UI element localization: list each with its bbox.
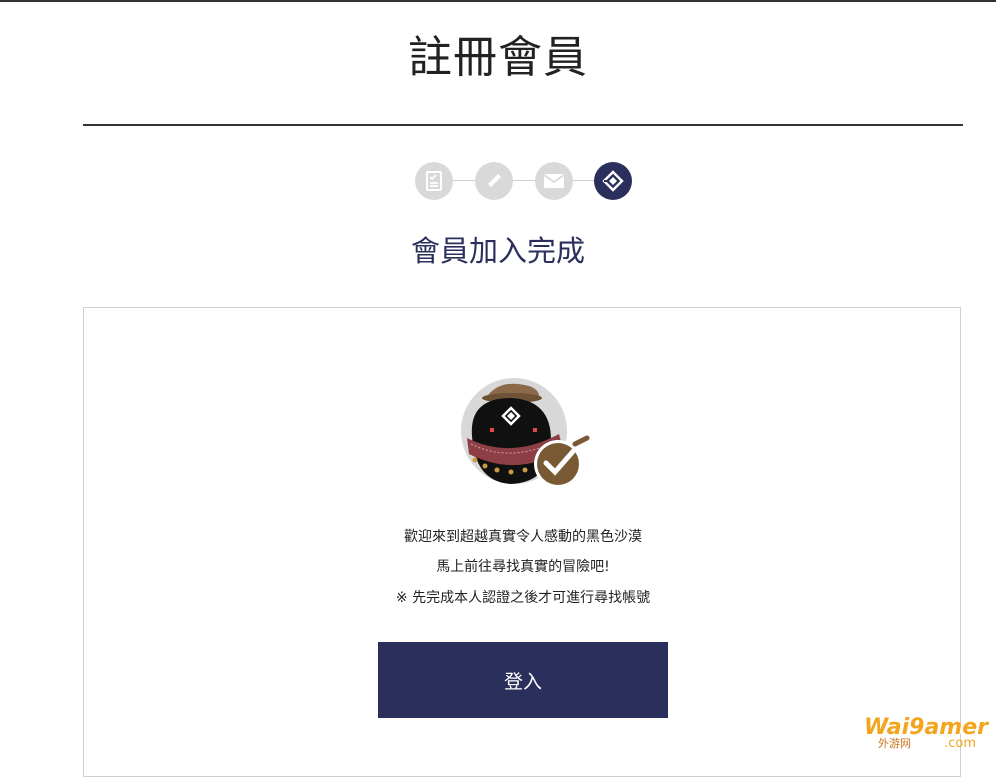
watermark-logo: Wai9amer 外游网 .com <box>878 715 990 751</box>
watermark-domain: .com <box>944 736 976 751</box>
top-border <box>0 0 996 2</box>
step-1-terms <box>415 162 453 200</box>
watermark-sub: 外游网 <box>878 735 911 751</box>
adventure-message: 馬上前往尋找真實的冒險吧! <box>84 557 962 577</box>
verification-notice: ※ 先完成本人認證之後才可進行尋找帳號 <box>84 588 962 608</box>
steps-connector-line <box>434 180 613 181</box>
envelope-icon <box>543 173 565 189</box>
pencil-icon <box>484 171 504 191</box>
step-4-complete <box>594 162 632 200</box>
progress-steps <box>415 162 632 200</box>
mascot-avatar <box>459 378 594 493</box>
completion-heading: 會員加入完成 <box>0 232 996 270</box>
title-divider <box>83 124 963 126</box>
login-button[interactable]: 登入 <box>378 642 668 718</box>
welcome-message: 歡迎來到超越真實令人感動的黑色沙漠 <box>84 527 962 547</box>
page-title: 註冊會員 <box>0 28 996 88</box>
checklist-icon <box>425 171 443 191</box>
step-2-info <box>475 162 513 200</box>
completion-card: 歡迎來到超越真實令人感動的黑色沙漠 馬上前往尋找真實的冒險吧! ※ 先完成本人認… <box>83 307 961 777</box>
diamond-logo-icon <box>602 170 624 192</box>
step-3-email <box>535 162 573 200</box>
